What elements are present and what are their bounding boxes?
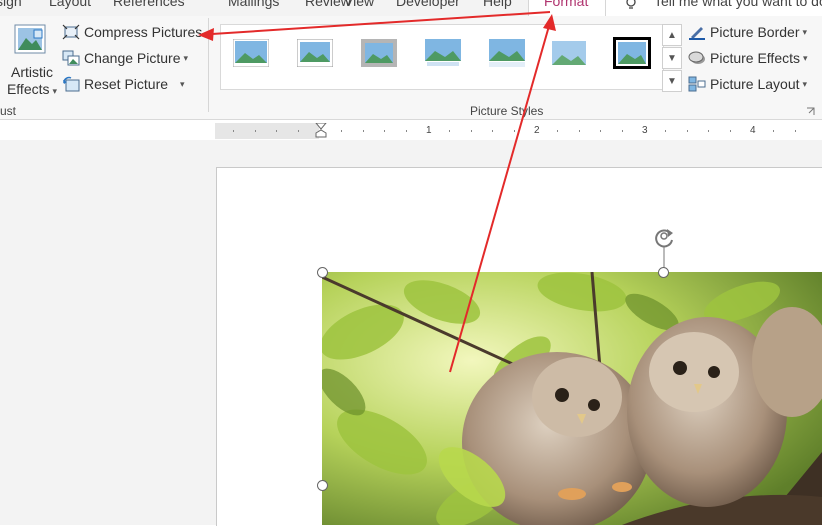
owls-photo — [322, 272, 822, 525]
artistic-effects-label-2: Effects — [6, 81, 50, 97]
tab-references[interactable]: References — [113, 0, 185, 9]
picture-style-thumbnail[interactable] — [489, 39, 525, 67]
tab-format[interactable]: Format — [544, 0, 588, 9]
compress-pictures-button[interactable]: Compress Pictures — [62, 21, 202, 43]
picture-style-thumbnail[interactable] — [551, 39, 587, 67]
selected-picture[interactable] — [322, 272, 822, 525]
picture-style-thumbnail[interactable] — [425, 39, 461, 67]
resize-handle[interactable] — [658, 267, 669, 278]
adjust-group-label: ust — [0, 104, 17, 118]
reset-picture-button[interactable]: Reset Picture ▾ — [62, 73, 185, 95]
ruler-number: 1 — [426, 125, 432, 136]
rotate-handle-icon[interactable] — [648, 224, 680, 270]
change-picture-icon — [62, 50, 80, 66]
reset-picture-label: Reset Picture — [84, 76, 169, 92]
picture-border-label: Picture Border — [710, 24, 800, 40]
picture-layout-button[interactable]: Picture Layout ▾ — [688, 73, 807, 95]
dialog-launcher-icon[interactable] — [806, 107, 815, 116]
picture-style-thumbnail[interactable] — [233, 39, 269, 67]
compress-pictures-label: Compress Pictures — [84, 24, 203, 40]
tab-help[interactable]: Help — [483, 0, 512, 9]
ribbon: Artistic Effects ▾ Compress Pictures Chan… — [0, 16, 822, 120]
ruler-margin — [215, 123, 319, 139]
picture-layout-label: Picture Layout — [710, 76, 800, 92]
tab-design[interactable]: sign — [0, 0, 22, 9]
resize-handle[interactable] — [317, 480, 328, 491]
chevron-down-icon: ▾ — [180, 78, 185, 89]
picture-border-button[interactable]: Picture Border ▾ — [688, 21, 807, 43]
change-picture-label: Change Picture — [84, 50, 181, 66]
picture-style-thumbnail[interactable] — [297, 39, 333, 67]
tab-mailings[interactable]: Mailings — [228, 0, 279, 9]
tab-view[interactable]: View — [344, 0, 374, 9]
chevron-down-icon: ▾ — [802, 78, 808, 89]
indent-marker-icon[interactable] — [315, 123, 327, 139]
ruler-number: 2 — [534, 125, 540, 136]
artistic-effects-label-1: Artistic — [11, 64, 53, 80]
picture-layout-icon — [688, 76, 706, 92]
ruler-number: 4 — [750, 125, 756, 136]
picture-styles-gallery — [220, 24, 664, 90]
reset-picture-icon — [63, 76, 80, 92]
ruler-number: 3 — [642, 125, 648, 136]
gallery-down-button[interactable]: ▼ — [662, 47, 682, 69]
tell-me-text: Tell me what you want to do — [654, 0, 822, 9]
picture-effects-button[interactable]: Picture Effects ▾ — [688, 47, 808, 69]
chevron-down-icon: ▾ — [803, 52, 808, 63]
lightbulb-icon — [626, 0, 636, 9]
resize-handle[interactable] — [317, 267, 328, 278]
chevron-down-icon: ▾ — [183, 52, 189, 63]
gallery-up-button[interactable]: ▲ — [662, 24, 682, 46]
picture-style-thumbnail-selected[interactable] — [613, 37, 651, 69]
group-separator — [208, 18, 209, 112]
picture-border-icon — [689, 27, 705, 40]
tab-layout[interactable]: Layout — [49, 0, 91, 9]
gallery-more-button[interactable]: ▼ — [662, 70, 682, 92]
picture-styles-group-label: Picture Styles — [470, 104, 544, 118]
picture-effects-label: Picture Effects — [710, 50, 801, 66]
ribbon-tab-bar: sign Layout References Mailings Review V… — [0, 0, 822, 16]
artistic-effects-icon — [14, 24, 46, 54]
change-picture-button[interactable]: Change Picture ▾ — [62, 47, 188, 69]
horizontal-ruler: 1 2 3 4 — [215, 123, 822, 139]
gallery-scroll: ▲ ▼ ▼ — [662, 24, 682, 92]
tell-me-box[interactable]: Tell me what you want to do — [605, 0, 822, 16]
picture-style-thumbnail[interactable] — [361, 39, 397, 67]
tab-developer[interactable]: Developer — [396, 0, 460, 9]
compress-pictures-icon — [62, 24, 80, 40]
artistic-effects-button[interactable]: Artistic Effects ▾ — [4, 22, 60, 102]
chevron-down-icon: ▾ — [802, 26, 808, 37]
chevron-down-icon: ▾ — [52, 86, 58, 96]
picture-effects-icon — [688, 51, 705, 64]
